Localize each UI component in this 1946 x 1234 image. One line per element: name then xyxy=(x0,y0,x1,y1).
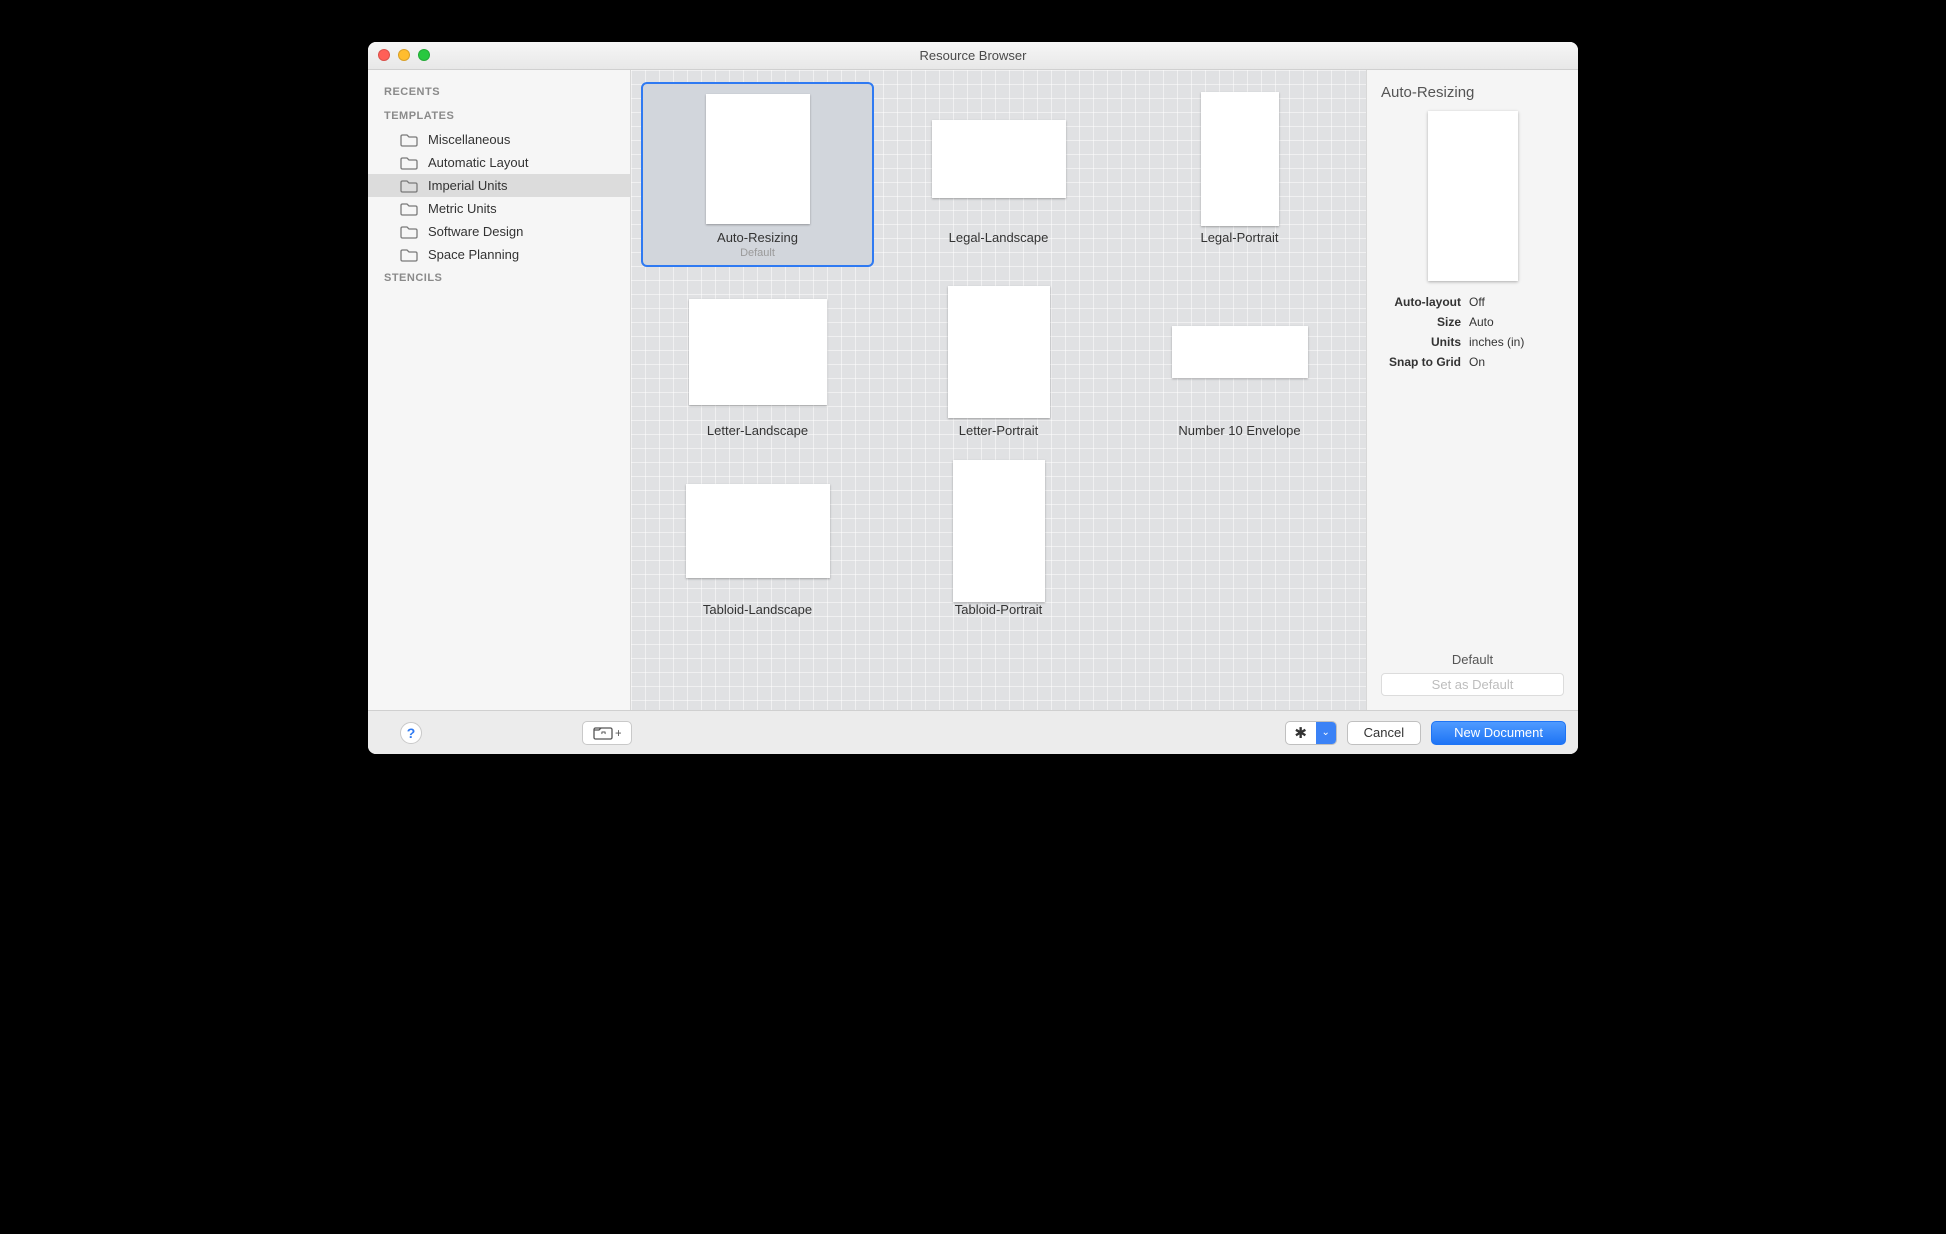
inspector-key: Size xyxy=(1381,315,1461,329)
sidebar-item-label: Space Planning xyxy=(428,247,519,262)
template-thumb xyxy=(683,94,833,224)
close-icon[interactable] xyxy=(378,49,390,61)
template-label: Tabloid-Landscape xyxy=(703,602,812,617)
page-icon xyxy=(953,460,1045,602)
template-label: Auto-Resizing xyxy=(717,230,798,245)
cancel-button[interactable]: Cancel xyxy=(1347,721,1421,745)
inspector-key: Units xyxy=(1381,335,1461,349)
sidebar-item-label: Metric Units xyxy=(428,201,497,216)
template-tile-tabloid-landscape[interactable]: Tabloid-Landscape xyxy=(641,454,874,625)
sidebar: RECENTS TEMPLATES Miscellaneous Automatic… xyxy=(368,70,631,710)
template-thumb xyxy=(924,287,1074,417)
template-label: Number 10 Envelope xyxy=(1178,423,1300,438)
sidebar-header-templates[interactable]: TEMPLATES xyxy=(368,104,630,128)
sidebar-header-stencils[interactable]: STENCILS xyxy=(368,266,630,290)
inspector: Auto-Resizing Auto-layout Off Size Auto Unit… xyxy=(1366,70,1578,710)
template-tile-legal-landscape[interactable]: Legal-Landscape xyxy=(882,82,1115,267)
sidebar-item-automatic-layout[interactable]: Automatic Layout xyxy=(368,151,630,174)
inspector-key: Snap to Grid xyxy=(1381,355,1461,369)
minimize-icon[interactable] xyxy=(398,49,410,61)
folder-icon xyxy=(400,156,418,170)
chevron-down-icon: ⌄ xyxy=(1321,727,1329,738)
folder-icon xyxy=(400,225,418,239)
folder-icon xyxy=(400,248,418,262)
inspector-title: Auto-Resizing xyxy=(1381,84,1564,101)
template-thumb xyxy=(924,94,1074,224)
template-tile-auto-resizing[interactable]: Auto-Resizing Default xyxy=(641,82,874,267)
new-document-button[interactable]: New Document xyxy=(1431,721,1566,745)
sidebar-item-label: Miscellaneous xyxy=(428,132,510,147)
sidebar-header-recents[interactable]: RECENTS xyxy=(368,80,630,104)
template-gallery[interactable]: Auto-Resizing Default Legal-Landscape Legal… xyxy=(631,70,1366,710)
inspector-preview xyxy=(1381,111,1564,281)
set-as-default-button[interactable]: Set as Default xyxy=(1381,673,1564,696)
svg-text:+: + xyxy=(615,726,621,740)
inspector-key: Auto-layout xyxy=(1381,295,1461,309)
template-thumb xyxy=(683,287,833,417)
inspector-value: Auto xyxy=(1469,315,1564,329)
resource-browser-window: Resource Browser RECENTS TEMPLATES Misce… xyxy=(368,42,1578,754)
inspector-preview-page xyxy=(1428,111,1518,281)
sidebar-item-miscellaneous[interactable]: Miscellaneous xyxy=(368,128,630,151)
help-button[interactable]: ? xyxy=(400,722,422,744)
page-icon xyxy=(1172,326,1308,378)
template-sublabel: Default xyxy=(740,247,775,259)
template-thumb xyxy=(683,466,833,596)
sidebar-item-label: Automatic Layout xyxy=(428,155,528,170)
inspector-properties: Auto-layout Off Size Auto Units inches (in) Sn… xyxy=(1381,295,1564,369)
linked-folder-icon: + xyxy=(593,725,621,741)
template-thumb xyxy=(1165,287,1315,417)
template-tile-number-10-envelope[interactable]: Number 10 Envelope xyxy=(1123,275,1356,446)
page-icon xyxy=(948,286,1050,418)
linked-folder-button[interactable]: + xyxy=(582,721,632,745)
inspector-default-label: Default xyxy=(1381,652,1564,667)
footer: ? + ✱ ⌄ Cancel New Document xyxy=(368,710,1578,754)
sidebar-item-software-design[interactable]: Software Design xyxy=(368,220,630,243)
folder-icon xyxy=(400,133,418,147)
template-label: Legal-Portrait xyxy=(1200,230,1278,245)
inspector-value: Off xyxy=(1469,295,1564,309)
template-label: Letter-Portrait xyxy=(959,423,1038,438)
template-thumb xyxy=(924,466,1074,596)
page-icon xyxy=(706,94,810,224)
titlebar: Resource Browser xyxy=(368,42,1578,70)
content: RECENTS TEMPLATES Miscellaneous Automatic… xyxy=(368,70,1578,710)
sidebar-item-space-planning[interactable]: Space Planning xyxy=(368,243,630,266)
sidebar-item-imperial-units[interactable]: Imperial Units xyxy=(368,174,630,197)
template-tile-letter-portrait[interactable]: Letter-Portrait xyxy=(882,275,1115,446)
template-tile-letter-landscape[interactable]: Letter-Landscape xyxy=(641,275,874,446)
sidebar-item-metric-units[interactable]: Metric Units xyxy=(368,197,630,220)
zoom-icon[interactable] xyxy=(418,49,430,61)
template-label: Legal-Landscape xyxy=(949,230,1049,245)
inspector-value: On xyxy=(1469,355,1564,369)
traffic-lights xyxy=(378,49,430,61)
page-icon xyxy=(689,299,827,405)
page-icon xyxy=(1201,92,1279,226)
folder-icon xyxy=(400,202,418,216)
sidebar-item-label: Software Design xyxy=(428,224,523,239)
template-label: Letter-Landscape xyxy=(707,423,808,438)
action-menu-button[interactable]: ✱ ⌄ xyxy=(1285,721,1337,745)
page-icon xyxy=(686,484,830,578)
sidebar-item-label: Imperial Units xyxy=(428,178,507,193)
template-tile-legal-portrait[interactable]: Legal-Portrait xyxy=(1123,82,1356,267)
folder-icon xyxy=(400,179,418,193)
inspector-value: inches (in) xyxy=(1469,335,1564,349)
template-thumb xyxy=(1165,94,1315,224)
template-tile-tabloid-portrait[interactable]: Tabloid-Portrait xyxy=(882,454,1115,625)
window-title: Resource Browser xyxy=(920,48,1027,63)
page-icon xyxy=(932,120,1066,198)
template-label: Tabloid-Portrait xyxy=(955,602,1042,617)
gear-icon: ✱ xyxy=(1294,724,1307,742)
